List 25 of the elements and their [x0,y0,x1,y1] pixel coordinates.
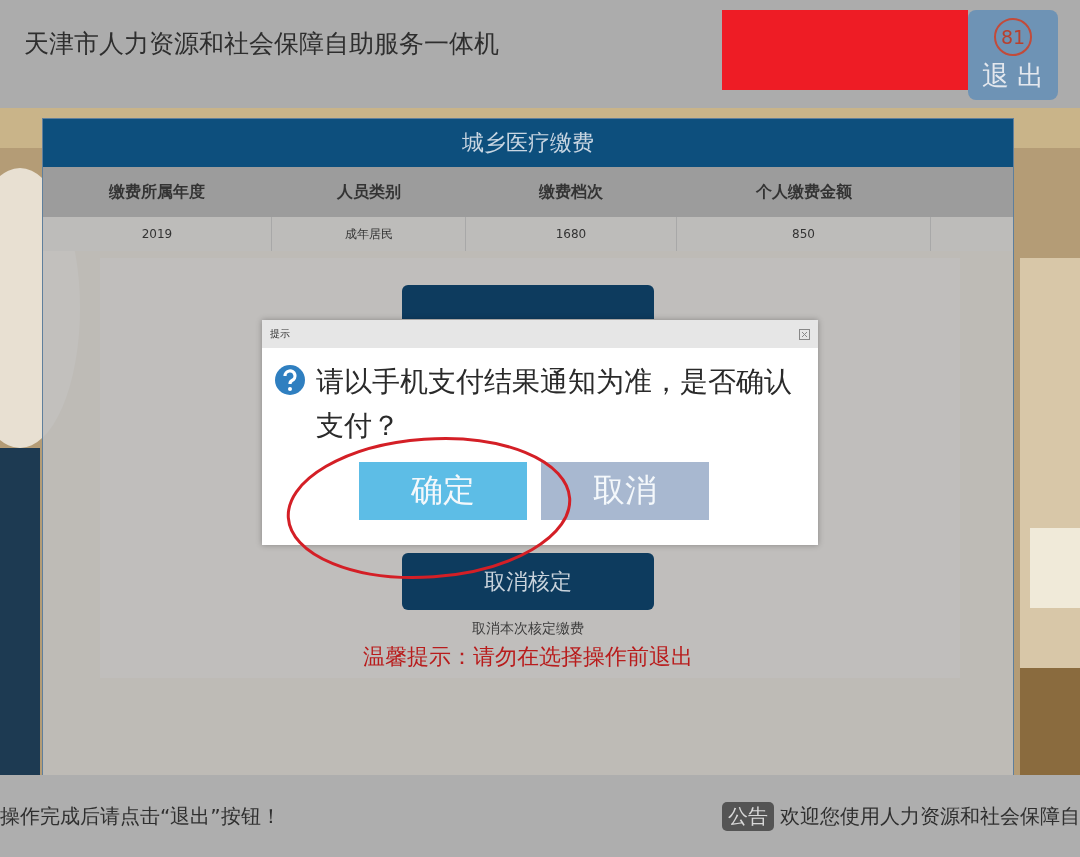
countdown-timer: 81 [994,18,1032,56]
dialog-title: 提示 [270,327,290,341]
cancel-button[interactable]: 取消 [541,462,709,520]
warning-text: 温馨提示：请勿在选择操作前退出 [363,643,693,671]
panel-title: 城乡医疗缴费 [43,119,1013,167]
table-cell: 2019 [43,217,272,251]
table-cell: 850 [677,217,931,251]
table-cell: 成年居民 [272,217,466,251]
exit-button[interactable]: 81 退出 [968,10,1058,100]
notice-text: 操作完成后请点击“退出”按钮！ [0,802,281,830]
app-title: 天津市人力资源和社会保障自助服务一体机 [24,28,500,60]
dialog-message: 请以手机支付结果通知为准，是否确认支付？ [316,364,793,444]
column-header: 缴费档次 [538,180,604,203]
announcement-badge: 公告 [722,801,774,831]
announcement-text: 欢迎您使用人力资源和社会保障自 [780,802,1080,830]
exit-label: 退出 [982,59,1052,93]
column-header: 个人缴费金额 [754,180,853,203]
column-header: 缴费所属年度 [108,180,206,203]
cancel-approval-button[interactable]: 取消核定 [402,553,654,610]
table-cell: 1680 [466,217,677,251]
confirm-button[interactable]: 确定 [359,462,527,520]
question-icon [274,364,306,396]
column-header: 人员类别 [335,180,402,203]
button-caption: 取消本次核定缴费 [472,620,584,638]
close-icon[interactable] [799,328,810,340]
